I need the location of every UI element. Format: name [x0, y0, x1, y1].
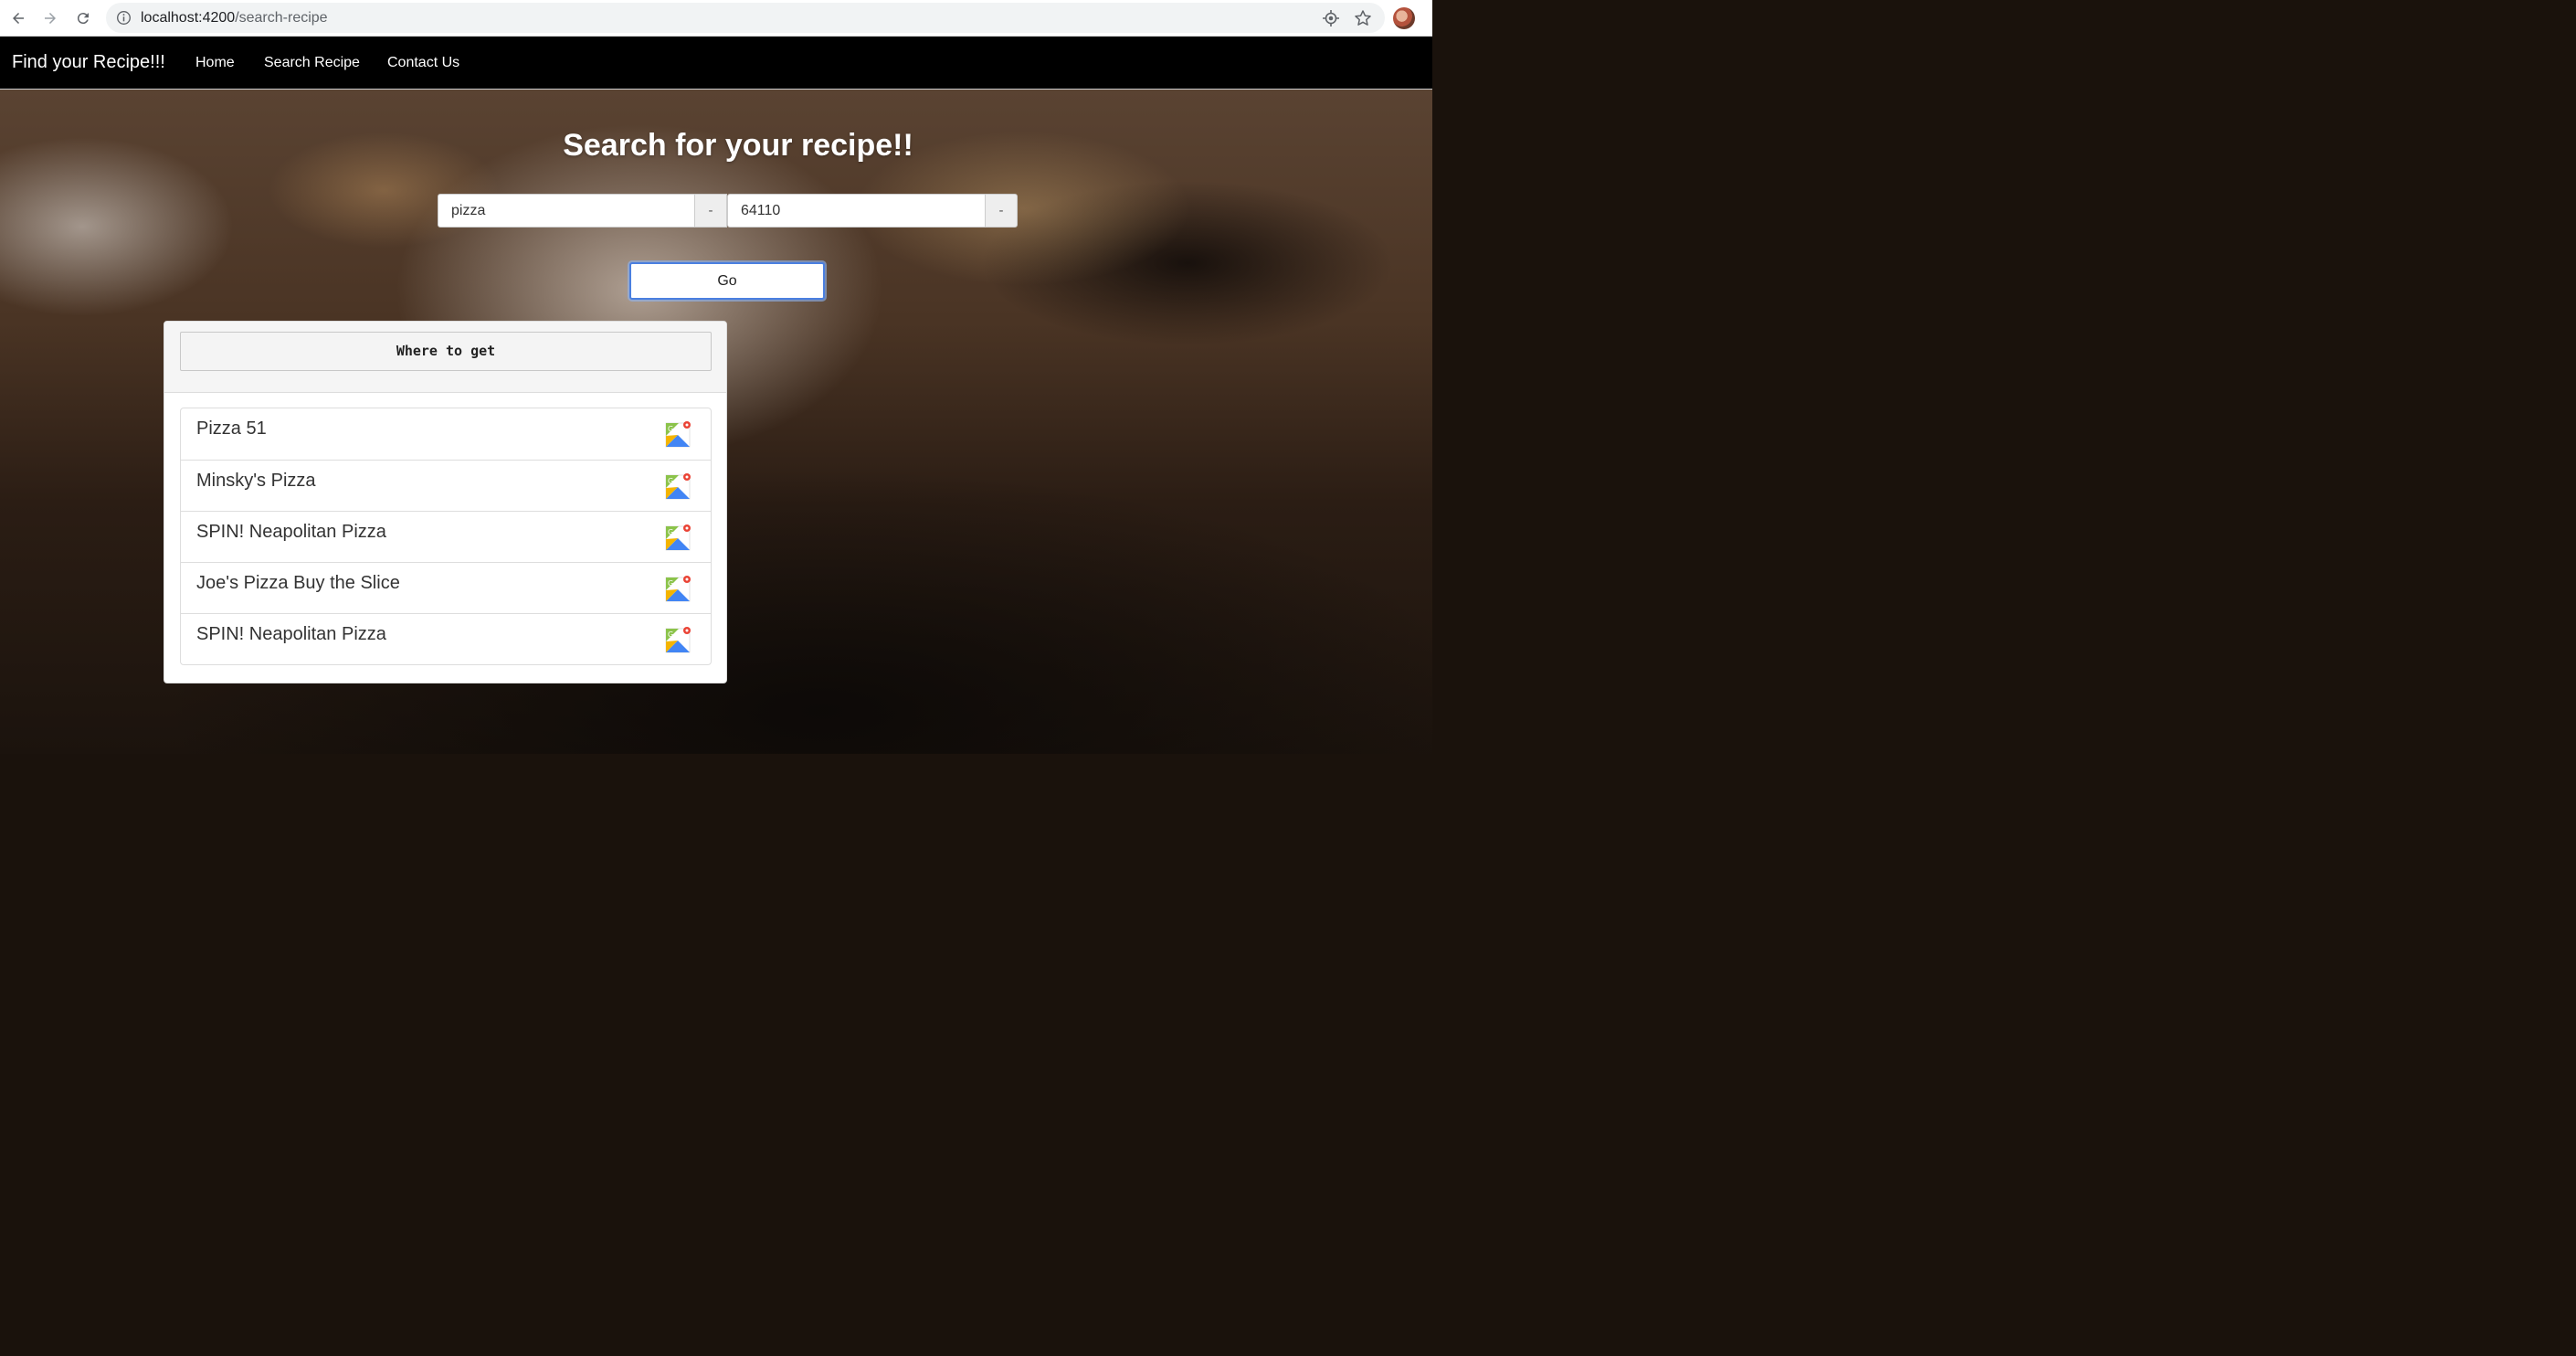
google-maps-icon[interactable]: G: [665, 524, 692, 551]
recipe-input-addon: -: [694, 194, 727, 228]
results-panel-header: Where to get: [164, 322, 726, 393]
svg-text:G: G: [668, 579, 673, 588]
list-item[interactable]: Minsky's Pizza G: [181, 460, 711, 511]
zip-code-input[interactable]: 64110: [727, 194, 986, 228]
address-bar[interactable]: localhost:4200/search-recipe: [106, 3, 1385, 33]
list-item[interactable]: SPIN! Neapolitan Pizza G: [181, 613, 711, 664]
info-icon[interactable]: [116, 10, 132, 26]
svg-text:G: G: [668, 477, 673, 485]
recipe-input[interactable]: pizza: [438, 194, 695, 228]
browser-toolbar: localhost:4200/search-recipe: [0, 0, 1432, 37]
nav-link-home[interactable]: Home: [195, 55, 235, 71]
forward-arrow-icon[interactable]: [39, 7, 61, 29]
profile-avatar[interactable]: [1393, 7, 1415, 29]
list-item[interactable]: Joe's Pizza Buy the Slice G: [181, 562, 711, 613]
google-maps-icon[interactable]: G: [665, 626, 692, 653]
app-navbar: Find your Recipe!!! Home Search Recipe C…: [0, 37, 1432, 90]
brand-title[interactable]: Find your Recipe!!!: [12, 52, 165, 73]
google-maps-icon[interactable]: G: [665, 420, 692, 448]
list-item[interactable]: SPIN! Neapolitan Pizza G: [181, 511, 711, 562]
restaurant-list: Pizza 51 G Minsky's Pizza G SPIN! Neapol…: [180, 408, 712, 665]
list-item[interactable]: Pizza 51 G: [181, 408, 711, 460]
svg-text:G: G: [668, 630, 673, 639]
restaurant-name[interactable]: SPIN! Neapolitan Pizza: [196, 624, 386, 645]
svg-text:G: G: [668, 528, 673, 536]
where-to-get-button[interactable]: Where to get: [180, 332, 712, 371]
location-icon[interactable]: [1322, 9, 1340, 27]
svg-text:G: G: [668, 425, 673, 433]
results-panel: Where to get Pizza 51 G Minsky's Pizza G: [164, 321, 727, 683]
google-maps-icon[interactable]: G: [665, 472, 692, 500]
star-icon[interactable]: [1354, 9, 1372, 27]
zip-input-addon: -: [985, 194, 1018, 228]
restaurant-name[interactable]: Minsky's Pizza: [196, 471, 316, 492]
restaurant-name[interactable]: Pizza 51: [196, 418, 267, 440]
url-path: /search-recipe: [235, 10, 328, 26]
nav-link-search-recipe[interactable]: Search Recipe: [264, 55, 360, 71]
nav-link-contact-us[interactable]: Contact Us: [387, 55, 459, 71]
url-text[interactable]: localhost:4200/search-recipe: [141, 10, 328, 26]
page-title: Search for your recipe!!: [563, 128, 913, 163]
google-maps-icon[interactable]: G: [665, 575, 692, 602]
reload-icon[interactable]: [72, 7, 94, 29]
go-button[interactable]: Go: [629, 262, 825, 300]
restaurant-name[interactable]: Joe's Pizza Buy the Slice: [196, 573, 400, 594]
url-host: localhost:4200: [141, 10, 236, 26]
back-arrow-icon[interactable]: [7, 7, 29, 29]
restaurant-name[interactable]: SPIN! Neapolitan Pizza: [196, 522, 386, 543]
